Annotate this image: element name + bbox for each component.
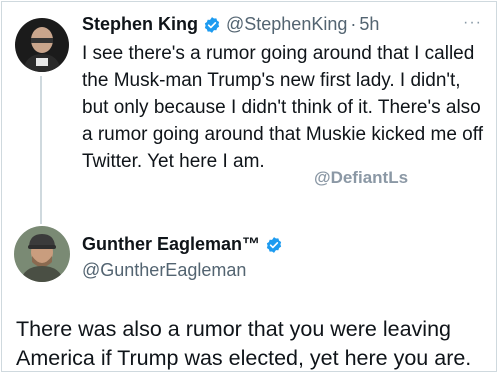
verified-badge-icon xyxy=(203,16,221,34)
verified-badge-icon xyxy=(265,236,283,254)
tweet1-handle[interactable]: @StephenKing xyxy=(226,14,347,35)
tweet2-text: There was also a rumor that you were lea… xyxy=(16,317,472,370)
tweet1-header: Stephen King @StephenKing · 5h xyxy=(82,14,379,35)
tweet-card: Stephen King @StephenKing · 5h ··· I see… xyxy=(1,1,497,372)
tweet1-timestamp[interactable]: 5h xyxy=(359,14,379,35)
gunther-eagleman-avatar[interactable] xyxy=(14,226,70,282)
tweet2-header: Gunther Eagleman™ xyxy=(82,234,283,255)
tweet2-author-name[interactable]: Gunther Eagleman™ xyxy=(82,234,260,255)
tweet1-author-name[interactable]: Stephen King xyxy=(82,14,198,35)
tweet1-text: I see there's a rumor going around that … xyxy=(82,43,483,172)
avatar-image xyxy=(14,226,70,282)
thread-connector-line xyxy=(40,76,42,224)
avatar-image xyxy=(15,18,69,72)
watermark: @DefiantLs xyxy=(314,168,409,187)
stephen-king-avatar[interactable] xyxy=(15,18,69,72)
more-options-icon[interactable]: ··· xyxy=(463,14,482,32)
tweet2-handle[interactable]: @GuntherEagleman xyxy=(82,260,246,281)
separator-dot: · xyxy=(350,14,357,34)
